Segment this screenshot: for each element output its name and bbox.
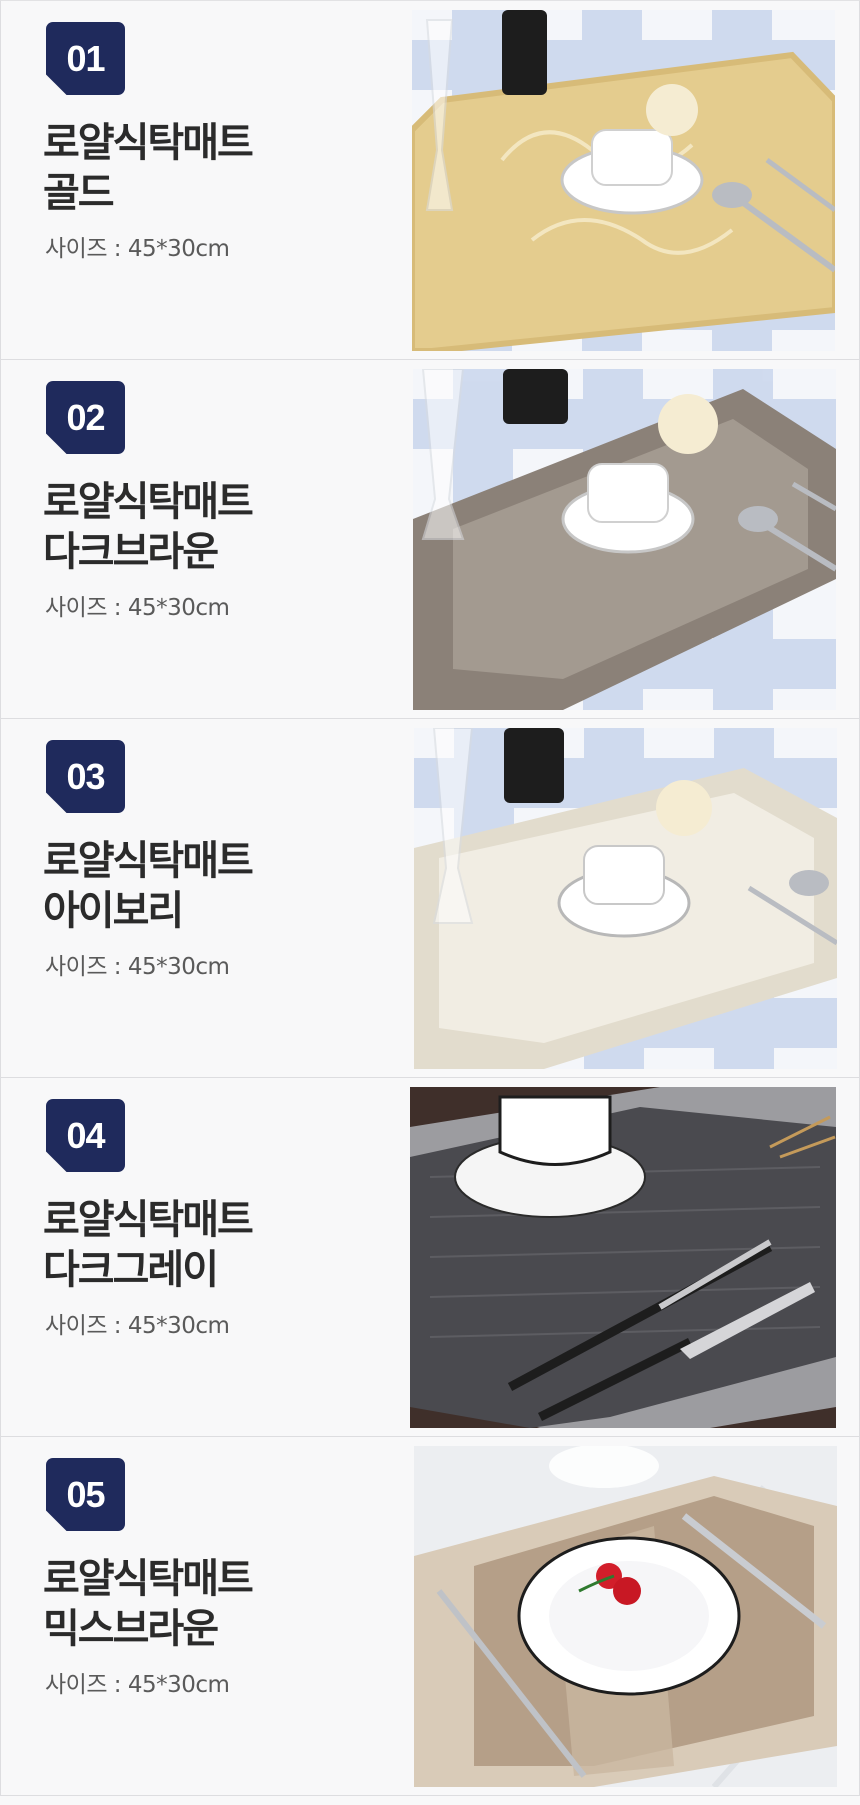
product-title-line1: 로얄식탁매트 — [43, 479, 254, 525]
product-title-line1: 로얄식탁매트 — [43, 838, 254, 884]
product-title: 로얄식탁매트 골드 — [43, 118, 254, 218]
number-badge: 03 — [46, 740, 125, 813]
product-card: 01 로얄식탁매트 골드 사이즈 : 45*30cm — [0, 0, 860, 360]
product-title: 로얄식탁매트 다크그레이 — [43, 1195, 254, 1295]
dark-brown-placemat-photo — [413, 369, 836, 710]
mix-brown-placemat-photo — [414, 1446, 837, 1787]
product-card: 04 로얄식탁매트 다크그레이 사이즈 : 45*30cm — [0, 1078, 860, 1437]
product-size: 사이즈 : 45*30cm — [45, 954, 230, 980]
number-badge: 04 — [46, 1099, 125, 1172]
product-title-line1: 로얄식탁매트 — [43, 1197, 254, 1243]
number-badge: 02 — [46, 381, 125, 454]
product-list: 01 로얄식탁매트 골드 사이즈 : 45*30cm 02 로얄식탁매트 다크브… — [0, 0, 860, 1796]
product-card: 05 로얄식탁매트 믹스브라운 사이즈 : 45*30cm — [0, 1437, 860, 1796]
product-title: 로얄식탁매트 다크브라운 — [43, 477, 254, 577]
product-title-line1: 로얄식탁매트 — [43, 120, 254, 166]
product-card: 02 로얄식탁매트 다크브라운 사이즈 : 45*30cm — [0, 360, 860, 719]
product-title-line2: 아이보리 — [43, 888, 184, 934]
ivory-placemat-photo — [414, 728, 837, 1069]
number-badge: 05 — [46, 1458, 125, 1531]
number-badge: 01 — [46, 22, 125, 95]
gold-placemat-photo — [412, 10, 835, 351]
product-card: 03 로얄식탁매트 아이보리 사이즈 : 45*30cm — [0, 719, 860, 1078]
product-title-line2: 골드 — [43, 170, 115, 216]
dark-gray-placemat-photo — [410, 1087, 836, 1428]
product-size: 사이즈 : 45*30cm — [45, 236, 230, 262]
product-title: 로얄식탁매트 믹스브라운 — [43, 1554, 254, 1654]
product-size: 사이즈 : 45*30cm — [45, 1672, 230, 1698]
product-size: 사이즈 : 45*30cm — [45, 1313, 230, 1339]
product-title-line2: 다크그레이 — [43, 1247, 219, 1293]
product-title-line2: 다크브라운 — [43, 529, 219, 575]
product-title-line2: 믹스브라운 — [43, 1606, 219, 1652]
product-title: 로얄식탁매트 아이보리 — [43, 836, 254, 936]
product-title-line1: 로얄식탁매트 — [43, 1556, 254, 1602]
product-size: 사이즈 : 45*30cm — [45, 595, 230, 621]
